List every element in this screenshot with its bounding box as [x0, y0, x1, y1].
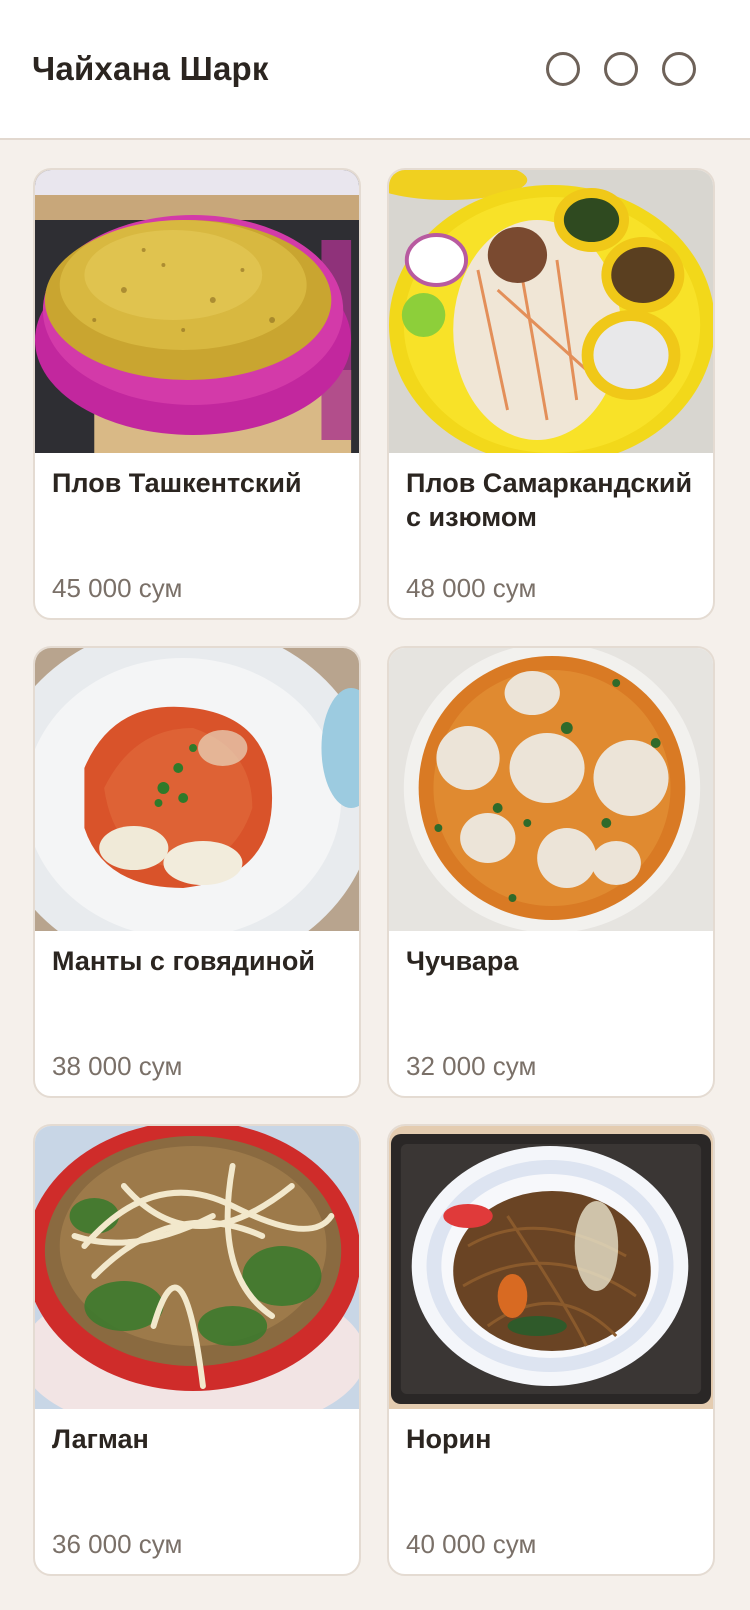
menu-item-price: 40 000 сум: [406, 1529, 537, 1559]
header-action-button-2[interactable]: [604, 52, 638, 86]
menu-item-name: Чучвара: [406, 946, 519, 976]
menu-item-price: 45 000 сум: [52, 573, 183, 603]
menu-card[interactable]: Плов Самаркандский с изюмом 48 000 сум: [387, 168, 715, 620]
menu-item-name: Норин: [406, 1424, 492, 1454]
menu-item-name: Манты с говядиной: [52, 946, 315, 976]
menu-item-name: Плов Ташкентский: [52, 468, 302, 498]
menu-item-price: 32 000 сум: [406, 1051, 537, 1081]
header-actions: [546, 52, 696, 86]
lagman-image: [35, 1126, 359, 1409]
app-header: Чайхана Шарк: [0, 0, 750, 140]
header-action-button-3[interactable]: [662, 52, 696, 86]
app-title: Чайхана Шарк: [32, 50, 269, 87]
chuchvara-image: [389, 648, 713, 931]
menu-card[interactable]: Чучвара 32 000 сум: [387, 646, 715, 1098]
menu-grid: Плов Ташкентский 45 000 сум Плов Самарка…: [33, 168, 717, 1576]
norin-image: [389, 1126, 713, 1409]
menu-card[interactable]: Лагман 36 000 сум: [33, 1124, 361, 1576]
manty-image: [35, 648, 359, 931]
menu-item-price: 48 000 сум: [406, 573, 537, 603]
menu-item-price: 36 000 сум: [52, 1529, 183, 1559]
menu-card[interactable]: Плов Ташкентский 45 000 сум: [33, 168, 361, 620]
plov-samarkand-image: [389, 170, 713, 453]
menu-item-price: 38 000 сум: [52, 1051, 183, 1081]
plov-tashkent-image: [35, 170, 359, 453]
header-action-button-1[interactable]: [546, 52, 580, 86]
menu-card[interactable]: Манты с говядиной 38 000 сум: [33, 646, 361, 1098]
menu-card[interactable]: Норин 40 000 сум: [387, 1124, 715, 1576]
menu-item-name: Лагман: [52, 1424, 149, 1454]
menu-item-name: Плов Самаркандский с изюмом: [406, 468, 693, 532]
